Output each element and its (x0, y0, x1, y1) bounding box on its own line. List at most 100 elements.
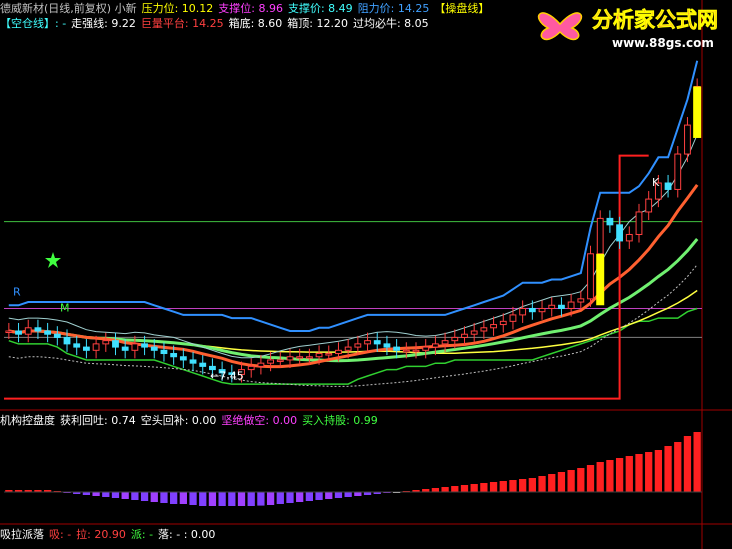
histogram-bar (228, 492, 236, 506)
histogram-bar (189, 492, 197, 505)
candle (315, 353, 323, 358)
histogram-bar (305, 492, 314, 501)
histogram-bar (489, 482, 498, 492)
sub2-items-item: 吸拉派落 (0, 528, 44, 541)
histogram-bar (218, 492, 226, 506)
marker-r: R (13, 286, 21, 299)
logo-url: www.88gs.com (612, 36, 714, 50)
histogram-bar (354, 492, 362, 496)
histogram-bar (325, 492, 333, 499)
sub2-items-item: 吸: - (49, 528, 72, 541)
histogram-bar (674, 442, 682, 492)
candle (567, 301, 575, 309)
candle (490, 324, 497, 329)
candle (674, 153, 682, 190)
candle (538, 307, 546, 313)
candle (276, 359, 284, 362)
histogram-bar (102, 492, 110, 497)
low-price-label: ←7.45 (210, 369, 244, 382)
histogram-bar (441, 487, 449, 492)
histogram-bar (131, 492, 139, 500)
candle (34, 327, 42, 332)
histogram-bar (480, 483, 488, 492)
candle (325, 353, 333, 356)
logo-title: 分析家公式网 (592, 8, 718, 32)
candle (305, 356, 313, 359)
sub1-items-item: 空头回补: 0.00 (140, 414, 217, 427)
histogram-bar (296, 492, 304, 502)
histogram-bar (683, 436, 692, 492)
histogram-bar (208, 492, 217, 506)
candle (548, 304, 556, 309)
header-row1-item: 压力位: 10.12 (141, 2, 214, 15)
dotted-line (8, 264, 698, 387)
candle (112, 340, 119, 348)
candle (44, 330, 52, 335)
candle (558, 304, 565, 309)
candle (509, 314, 517, 322)
sub1-items-item: 坚绝做空: 0.00 (221, 414, 298, 427)
histogram-bar (315, 492, 323, 500)
candle (596, 217, 604, 255)
candle (24, 327, 32, 335)
candle (102, 340, 110, 345)
candle (170, 353, 178, 358)
histogram-bar (693, 432, 701, 492)
sub1-items-item: 获利回吐: 0.74 (60, 414, 136, 427)
candle (528, 307, 536, 313)
candle (131, 343, 139, 351)
header-row2: 【空仓线】: - 走强线: 9.22 巨量平台: 14.25 箱底: 8.60 箱顶: … (0, 16, 434, 31)
candle (63, 336, 71, 345)
candle (577, 298, 585, 303)
histogram-bar (344, 492, 352, 497)
histogram-bar (548, 474, 556, 492)
candle (267, 359, 275, 364)
stock-chart: R M K ←7.45 (0, 0, 732, 549)
candle (451, 336, 459, 342)
candle (335, 349, 342, 355)
histogram-bar (140, 492, 149, 501)
candle (286, 356, 294, 361)
header-row2-item: 【空仓线】: - (0, 17, 67, 30)
histogram-bar (635, 454, 643, 492)
candle (344, 346, 352, 351)
histogram-bar (121, 492, 129, 499)
header-row2-item: 过均必牛: 8.05 (352, 17, 429, 30)
resistance-line (8, 60, 699, 332)
histogram-bar (557, 472, 566, 492)
candle (354, 343, 362, 348)
histogram-bar (276, 492, 284, 504)
histogram-bar (470, 484, 478, 492)
candle (499, 320, 507, 326)
ma-short-line (8, 134, 698, 359)
sub2-items-item: 派: - (130, 528, 154, 541)
histogram-bar (509, 480, 517, 492)
header-row1-item: 支撑位: 8.96 (218, 2, 283, 15)
histogram-bar (654, 450, 663, 492)
sub1-header: 机构控盘度 获利回吐: 0.74 空头回补: 0.00 坚绝做空: 0.00 买入持股:… (0, 413, 383, 428)
candle (587, 253, 594, 300)
candle (422, 346, 430, 351)
candle (431, 343, 439, 348)
candle (189, 359, 197, 364)
candle (616, 224, 624, 242)
candle (141, 343, 148, 348)
candle (257, 362, 265, 367)
candle (684, 124, 691, 155)
candle (160, 349, 168, 355)
histogram-bar (606, 460, 614, 492)
candle (441, 340, 449, 345)
histogram-bar (170, 492, 178, 504)
candle (15, 330, 22, 335)
candle (53, 333, 61, 338)
histogram-bar (645, 452, 653, 492)
candle (519, 307, 527, 316)
header-row2-item: 箱底: 8.60 (228, 17, 283, 30)
header-row1: 德威新材(日线,前复权) 小新 压力位: 10.12 支撑位: 8.96 支撑价: 8… (0, 1, 494, 16)
histogram-bar (577, 468, 585, 492)
signal-bar (693, 86, 702, 138)
sub2-items-item: 落: - : 0.00 (158, 528, 216, 541)
histogram-bar (519, 479, 527, 492)
histogram-bar (596, 462, 604, 492)
header-row1-item: 【操盘线】 (434, 2, 490, 15)
